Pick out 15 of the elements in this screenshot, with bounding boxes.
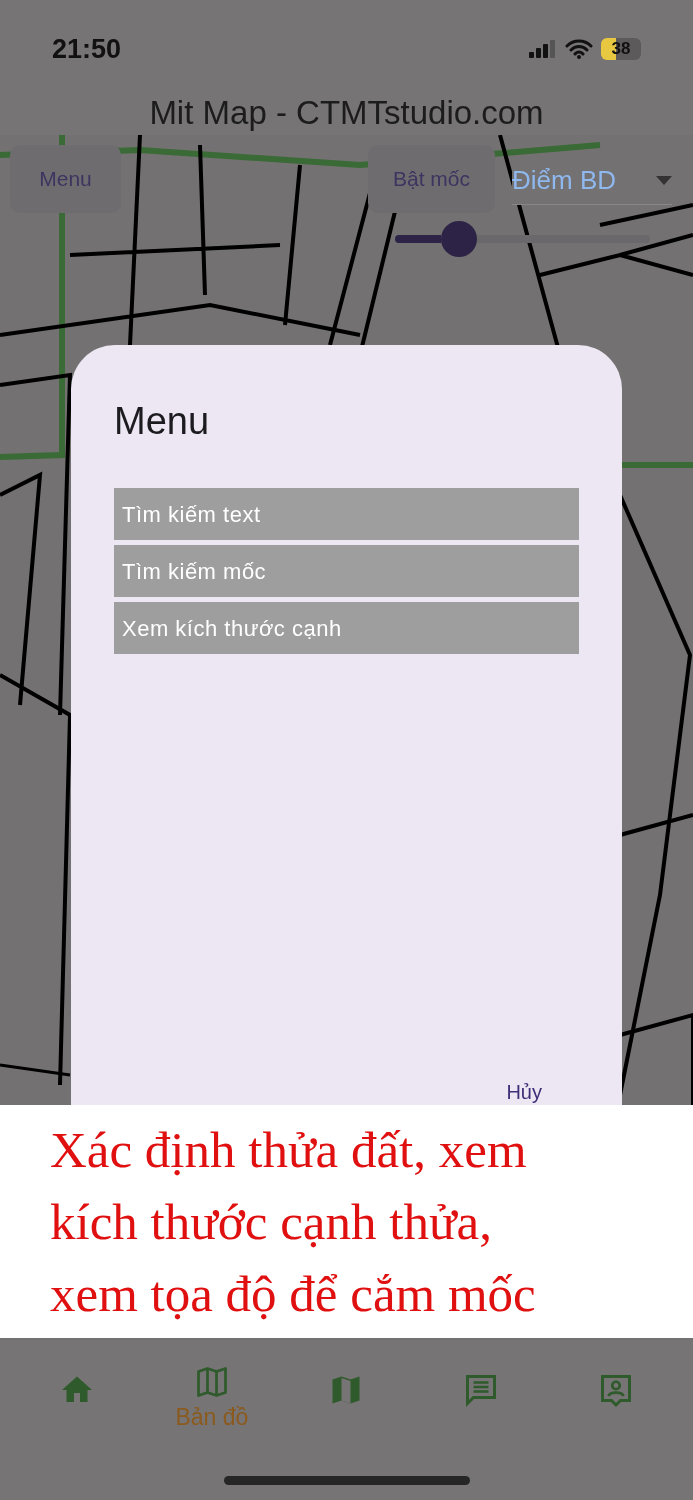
cancel-button[interactable]: Hủy: [506, 1080, 542, 1104]
slider-fill: [395, 235, 441, 243]
status-time: 21:50: [52, 32, 122, 66]
slider-track[interactable]: [395, 221, 650, 257]
marker-toggle-button[interactable]: Bật mốc: [368, 145, 495, 213]
menu-item[interactable]: Tìm kiếm mốc: [114, 545, 579, 597]
app-title: Mit Map - CTMTstudio.com: [149, 92, 544, 133]
caption-text: Xác định thửa đất, xem kích thước cạnh thửa, xem tọa độ để cắm mốc: [50, 1120, 537, 1324]
menu-item[interactable]: Tìm kiếm text: [114, 488, 579, 540]
signal-icon: [529, 40, 557, 58]
menu-item[interactable]: Xem kích thước cạnh: [114, 602, 579, 654]
dialog-title: Menu: [114, 399, 211, 444]
menu-button[interactable]: Menu: [10, 145, 121, 213]
wifi-icon: [565, 39, 593, 59]
dropdown-caret-icon: [656, 175, 672, 186]
